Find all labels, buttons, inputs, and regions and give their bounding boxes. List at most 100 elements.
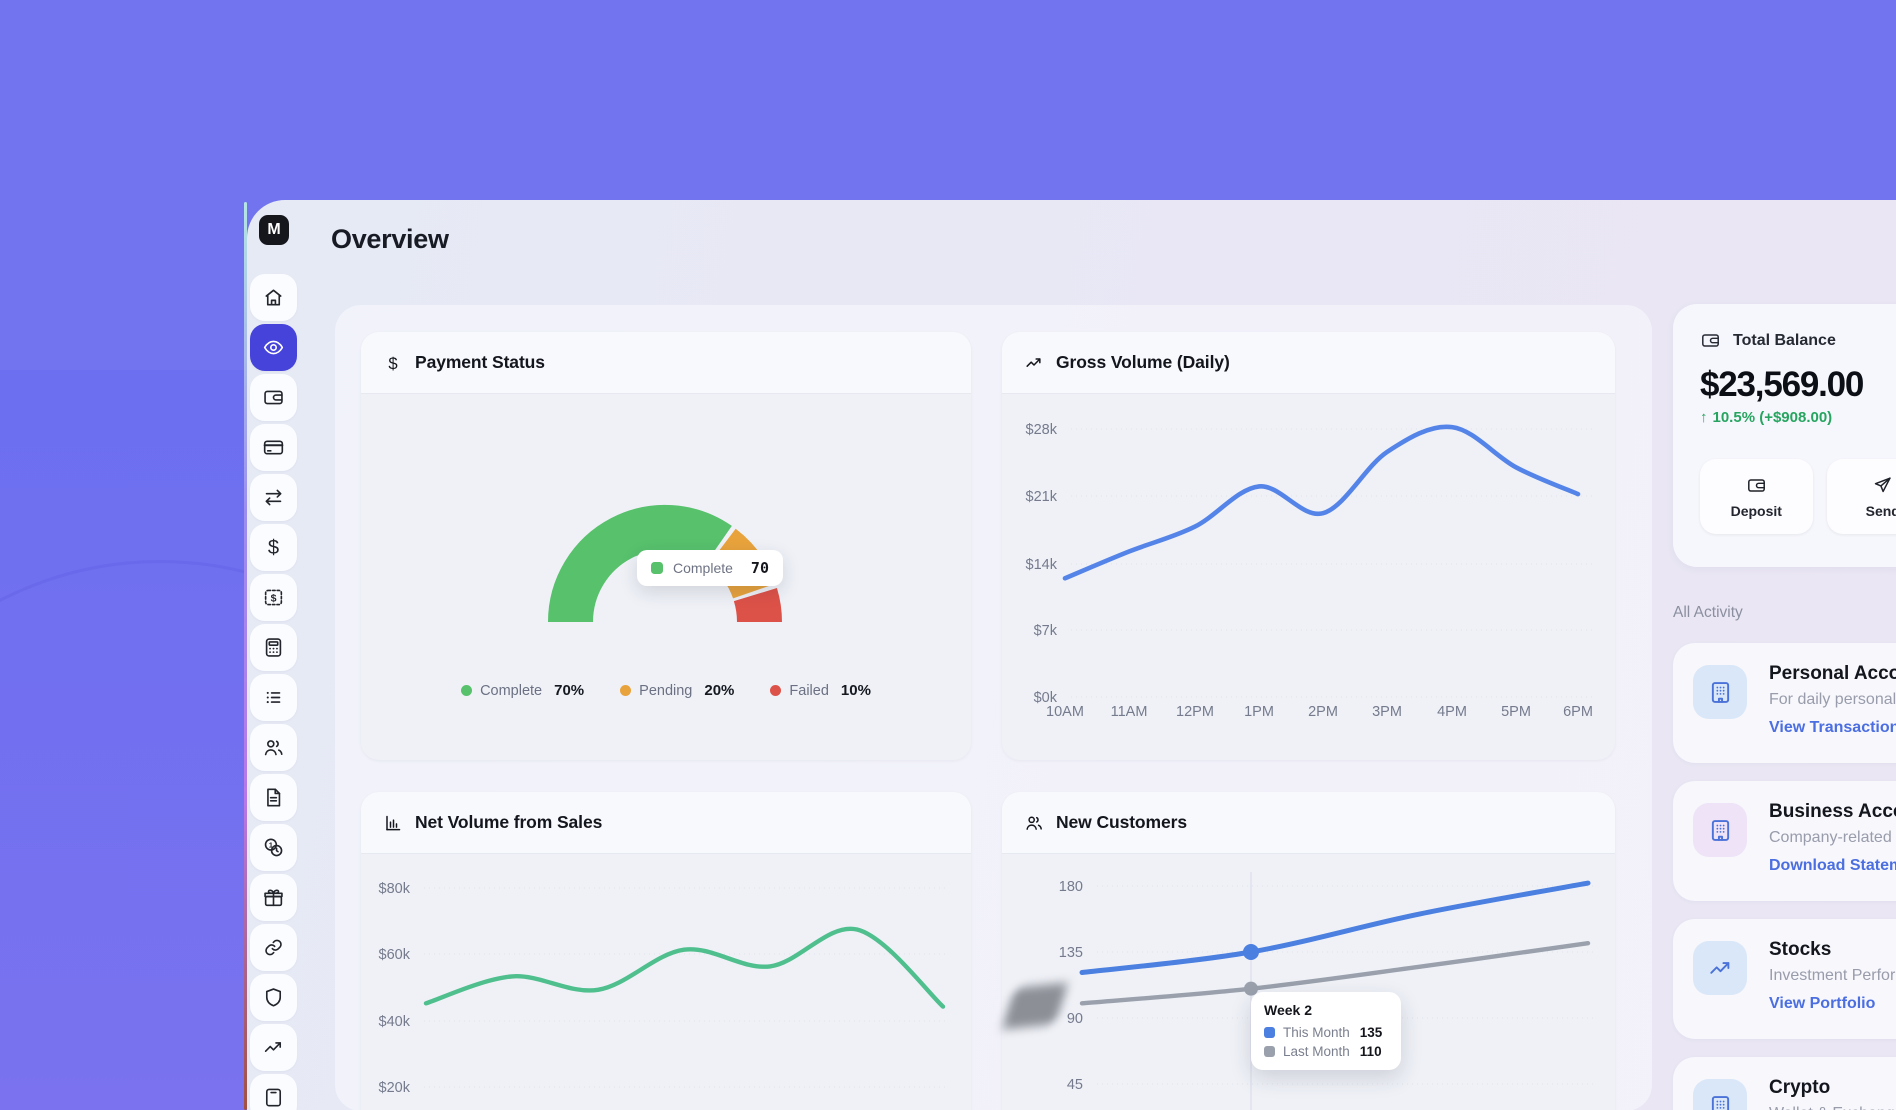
svg-text:5PM: 5PM — [1501, 704, 1531, 720]
gauge-legend: Complete70% Pending 20% Failed10% — [361, 682, 971, 699]
activity-title: Personal Account — [1769, 663, 1896, 685]
svg-text:2PM: 2PM — [1308, 704, 1338, 720]
svg-text:12PM: 12PM — [1176, 704, 1214, 720]
new-customers-card-header: New Customers — [1002, 792, 1615, 854]
this-month-line — [1082, 883, 1588, 972]
svg-text:1PM: 1PM — [1244, 704, 1274, 720]
net-volume-card: Net Volume from Sales $80k$60k$40k$20k — [361, 792, 971, 1110]
svg-text:$80k: $80k — [379, 881, 411, 897]
activity-link[interactable]: View Transaction — [1769, 719, 1896, 737]
shield-icon — [262, 986, 285, 1009]
tooltip-title: Week 2 — [1264, 1002, 1388, 1018]
wallet-icon — [1700, 330, 1721, 351]
svg-text:$7k: $7k — [1034, 623, 1058, 639]
legend-value: 20% — [704, 682, 734, 699]
sidebar-item-eye[interactable] — [250, 324, 297, 371]
sidebar-item-credit-card[interactable] — [250, 424, 297, 471]
sidebar-item-transfer[interactable] — [250, 474, 297, 521]
transfer-icon — [262, 486, 285, 509]
sidebar-item-list[interactable] — [250, 674, 297, 721]
svg-text:135: 135 — [1059, 945, 1083, 961]
credit-card-icon — [262, 436, 285, 459]
sidebar-item-coins[interactable]: 1 — [250, 824, 297, 871]
gross-volume-line-chart[interactable]: $28k$21k$14k$7k$0k10AM11AM12PM1PM2PM3PM4… — [1002, 332, 1615, 760]
activity-subtitle: Company-related finances — [1769, 829, 1896, 847]
legend-label: Pending — [639, 683, 692, 699]
activity-icon-box — [1693, 1079, 1747, 1110]
building-icon — [1707, 817, 1734, 844]
dollar-sign-icon: $ — [383, 353, 403, 373]
svg-text:$: $ — [271, 593, 277, 605]
svg-text:90: 90 — [1067, 1011, 1083, 1027]
balance-header: Total Balance — [1700, 330, 1896, 351]
this-month-point[interactable] — [1243, 944, 1259, 960]
svg-text:4PM: 4PM — [1437, 704, 1467, 720]
svg-text:180: 180 — [1059, 879, 1083, 895]
card-title: New Customers — [1056, 812, 1187, 833]
sidebar-item-calculator[interactable] — [250, 624, 297, 671]
gauge-tooltip: Complete 70 — [637, 550, 783, 586]
gauge-segment-failed[interactable] — [755, 595, 759, 622]
trending-up-icon — [262, 1036, 285, 1059]
trending-up-icon — [1024, 353, 1044, 373]
sidebar-item-wallet[interactable] — [250, 374, 297, 421]
balance-label: Total Balance — [1733, 332, 1836, 350]
document-icon — [262, 786, 285, 809]
list-icon — [262, 686, 285, 709]
svg-text:$20k: $20k — [379, 1080, 411, 1096]
activity-icon-box — [1693, 941, 1747, 995]
dashboard-panel: M Overview $$1 $ Payment Status Complete… — [247, 200, 1896, 1110]
wallet-icon — [262, 386, 285, 409]
users-icon — [1024, 813, 1044, 833]
svg-text:6PM: 6PM — [1563, 704, 1593, 720]
sidebar-item-home[interactable] — [250, 274, 297, 321]
home-icon — [262, 286, 285, 309]
calculator-icon — [262, 636, 285, 659]
sidebar-item-device[interactable] — [250, 1074, 297, 1110]
sidebar-item-invoice[interactable]: $ — [250, 574, 297, 621]
tooltip-row-label: Last Month — [1283, 1044, 1350, 1059]
users-icon — [262, 736, 285, 759]
activity-icon-box — [1693, 803, 1747, 857]
legend-item-failed: Failed10% — [770, 682, 871, 699]
coins-icon: 1 — [262, 836, 285, 859]
tooltip-color-swatch — [1264, 1046, 1275, 1057]
tooltip-row-value: 110 — [1360, 1044, 1382, 1059]
card-title: Gross Volume (Daily) — [1056, 352, 1230, 373]
arrow-up-icon: ↑ — [1700, 409, 1708, 426]
activity-link[interactable]: Download Statement — [1769, 857, 1896, 875]
legend-item-complete: Complete70% — [461, 682, 584, 699]
legend-label: Failed — [789, 683, 829, 699]
sidebar-item-document[interactable] — [250, 774, 297, 821]
svg-text:$40k: $40k — [379, 1014, 411, 1030]
tooltip-row: Last Month 110 — [1264, 1044, 1388, 1059]
deposit-button[interactable]: Deposit — [1700, 459, 1813, 534]
send-button[interactable]: Send — [1827, 459, 1896, 534]
balance-change: ↑ 10.5% (+$908.00) — [1700, 409, 1896, 426]
activity-card-stocks[interactable]: StocksInvestment PerformanceView Portfol… — [1673, 919, 1896, 1039]
activity-card-crypto[interactable]: CryptoWallet & Exchange — [1673, 1057, 1896, 1110]
svg-text:$21k: $21k — [1026, 489, 1058, 505]
dollar-icon: $ — [262, 536, 285, 559]
sidebar-item-dollar[interactable]: $ — [250, 524, 297, 571]
building-icon — [1707, 1093, 1734, 1110]
activity-card-personal-account[interactable]: Personal AccountFor daily personal useVi… — [1673, 643, 1896, 763]
paper-plane-icon — [1872, 475, 1893, 496]
sidebar-item-shield[interactable] — [250, 974, 297, 1021]
tooltip-row-value: 135 — [1360, 1025, 1383, 1040]
activity-card-business-account[interactable]: Business AccountCompany-related finances… — [1673, 781, 1896, 901]
tooltip-label: Complete — [673, 560, 733, 576]
tooltip-color-swatch — [1264, 1027, 1275, 1038]
sidebar-item-link[interactable] — [250, 924, 297, 971]
sidebar-item-gift[interactable] — [250, 874, 297, 921]
sidebar-item-trending-up[interactable] — [250, 1024, 297, 1071]
payment-status-card: $ Payment Status Complete 70 Complete70%… — [361, 332, 971, 760]
tooltip-row: This Month135 — [1264, 1025, 1388, 1040]
net-volume-card-header: Net Volume from Sales — [361, 792, 971, 854]
activity-link[interactable]: View Portfolio — [1769, 995, 1875, 1013]
legend-dot — [770, 685, 781, 696]
sidebar-item-users[interactable] — [250, 724, 297, 771]
device-icon — [262, 1086, 285, 1109]
legend-dot — [620, 685, 631, 696]
trending-up-icon — [1707, 955, 1734, 982]
